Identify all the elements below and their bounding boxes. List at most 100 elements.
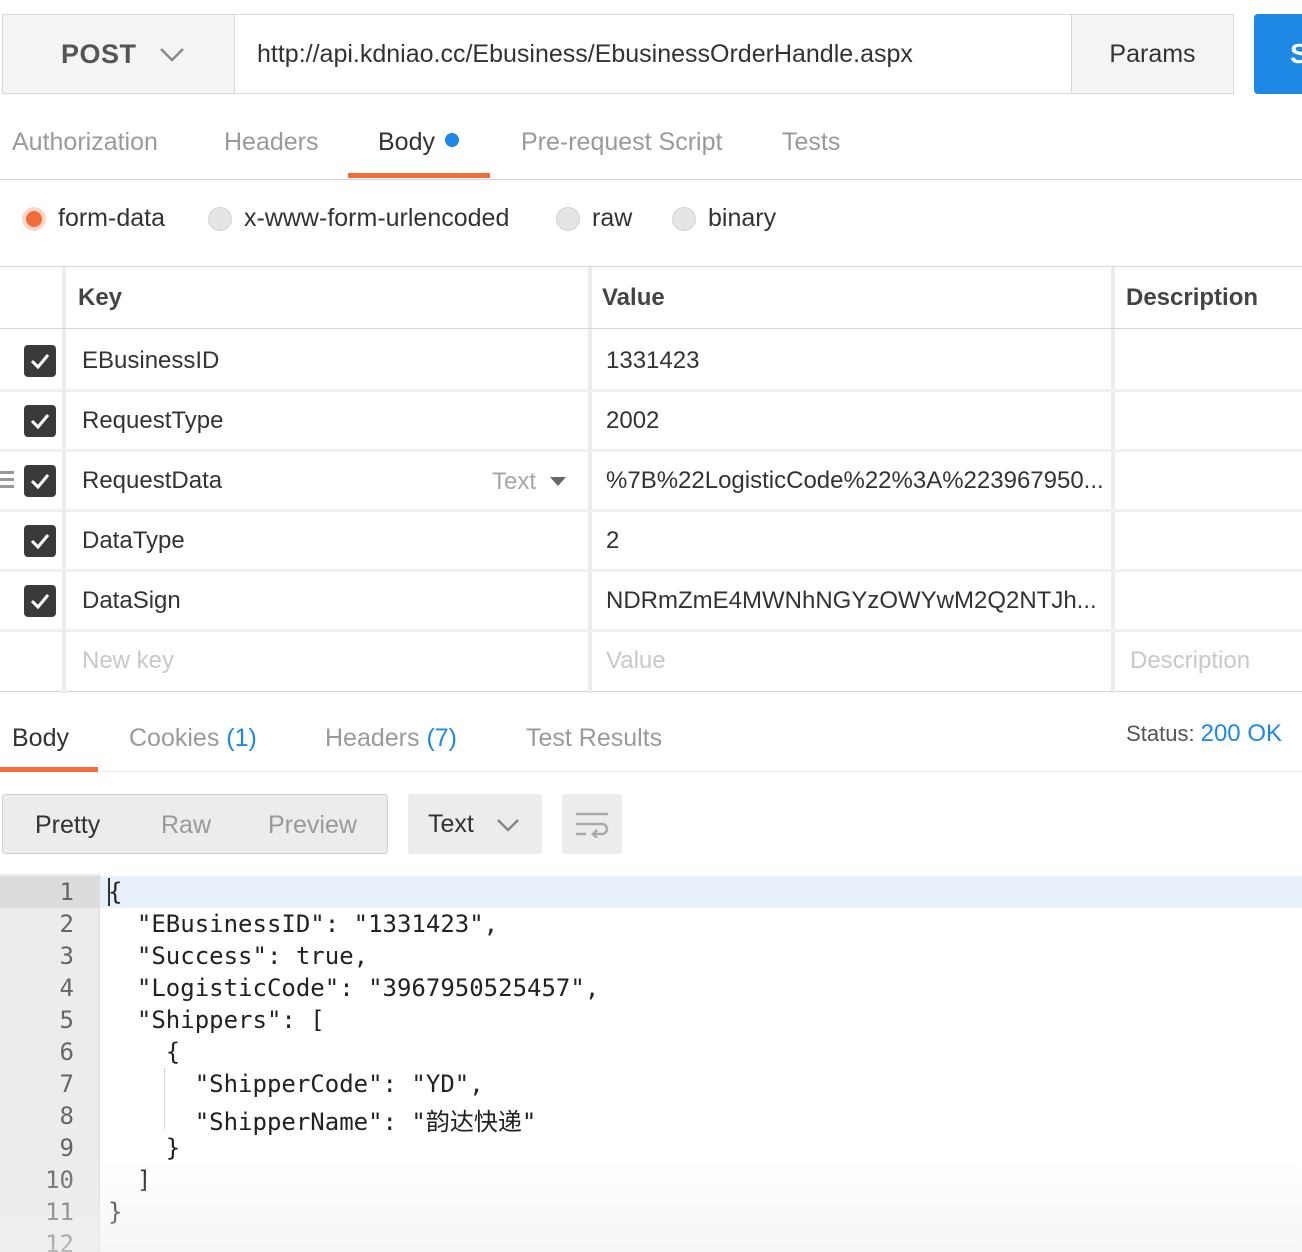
line-number: 9 [59,1134,74,1162]
send-button[interactable]: Send [1254,14,1302,94]
row-value[interactable]: NDRmZmE4MWNhNGYzOWYwM2Q2NTJh... [606,571,1106,631]
radio-label: form-data [58,204,165,232]
active-tab-indicator [348,173,490,178]
tab-pre-request-script[interactable]: Pre-request Script [521,128,722,157]
format-label: Text [428,809,474,838]
row-checkbox[interactable] [24,465,56,497]
radio-label: raw [592,204,633,232]
line-number: 10 [45,1166,74,1194]
tab-label: Cookies [129,724,220,752]
code-line: "EBusinessID": "1331423", [108,910,499,938]
row-key[interactable]: DataSign [82,571,181,631]
status-label: Status: [1126,721,1195,746]
active-line-highlight [100,876,1302,908]
wrap-lines-button[interactable] [562,794,622,854]
row-checkbox[interactable] [24,585,56,617]
row-checkbox[interactable] [24,345,56,377]
radio-x-www-form-urlencoded[interactable]: x-www-form-urlencoded [208,204,509,233]
row-value[interactable]: 2002 [606,391,659,451]
row-key[interactable]: DataType [82,511,185,571]
line-number: 4 [59,974,74,1002]
indent-guide [164,1068,165,1130]
radio-label: binary [708,204,777,232]
view-pretty-button[interactable]: Pretty [35,811,100,840]
url-input[interactable]: http://api.kdniao.cc/Ebusiness/Ebusiness… [235,15,1071,93]
code-line: "LogisticCode": "3967950525457", [108,974,600,1002]
new-value-input[interactable]: Value [606,631,666,691]
tab-headers[interactable]: Headers [224,128,319,157]
check-icon [30,354,50,370]
radio-selected-icon [22,206,46,231]
row-value[interactable]: %7B%22LogisticCode%22%3A%223967950... [606,451,1106,511]
new-description-input[interactable]: Description [1130,631,1250,691]
line-number: 1 [59,878,74,906]
active-tab-indicator [0,767,98,772]
chevron-down-icon [496,810,520,839]
table-row: EBusinessID 1331423 [0,331,1302,391]
table-header: Key Value Description [0,267,1302,329]
table-row: RequestType 2002 [0,391,1302,451]
line-number: 8 [59,1102,74,1130]
check-icon [30,594,50,610]
code-line: { [108,878,123,906]
caret-down-icon [550,477,567,486]
row-value[interactable]: 2 [606,511,619,571]
code-line: } [108,1134,181,1162]
radio-form-data[interactable]: form-data [22,204,165,233]
tab-response-body[interactable]: Body [12,724,69,753]
table-row-new: New key Value Description [0,631,1302,691]
response-status: Status: 200 OK [1126,720,1282,748]
value-type-label: Text [492,468,537,495]
row-key[interactable]: RequestType [82,391,223,451]
tab-body-label: Body [378,128,435,156]
new-key-input[interactable]: New key [82,631,174,691]
tab-response-headers[interactable]: Headers (7) [325,724,457,753]
radio-unselected-icon [208,206,232,231]
tab-test-results[interactable]: Test Results [526,724,662,753]
tab-tests[interactable]: Tests [782,128,840,157]
row-checkbox[interactable] [24,525,56,557]
method-selector[interactable]: POST [3,15,235,93]
method-label: POST [61,38,137,69]
code-line: "Success": true, [108,942,369,970]
code-line: ] [108,1166,152,1194]
tab-body[interactable]: Body [378,128,459,157]
tab-authorization[interactable]: Authorization [12,128,158,157]
check-icon [30,474,50,490]
header-key: Key [78,283,123,311]
line-number: 5 [59,1006,74,1034]
radio-unselected-icon [672,206,696,231]
radio-label: x-www-form-urlencoded [244,204,510,232]
tab-cookies[interactable]: Cookies (1) [129,724,257,753]
header-value: Value [602,283,665,311]
chevron-down-icon [159,39,185,70]
request-tabs: Authorization Headers Body Pre-request S… [0,110,1302,180]
header-description: Description [1126,283,1259,311]
line-number: 7 [59,1070,74,1098]
response-code-viewer[interactable]: 1 2 3 4 5 6 7 8 9 10 11 12 { "EBusinessI… [0,874,1302,1252]
radio-raw[interactable]: raw [556,204,632,233]
text-cursor [108,878,110,906]
code-line: } [108,1198,123,1226]
row-checkbox[interactable] [24,405,56,437]
line-number: 2 [59,910,74,938]
status-value: 200 OK [1200,720,1282,747]
value-type-dropdown[interactable]: Text [492,468,567,496]
params-button[interactable]: Params [1071,15,1233,93]
row-key[interactable]: RequestData [82,451,222,511]
row-value[interactable]: 1331423 [606,331,699,391]
tab-count: (7) [426,724,458,752]
line-number: 3 [59,942,74,970]
radio-binary[interactable]: binary [672,204,776,233]
table-row: DataSign NDRmZmE4MWNhNGYzOWYwM2Q2NTJh... [0,571,1302,631]
wrap-lines-icon [576,812,609,838]
modified-dot-icon [444,133,459,147]
request-url-bar: POST http://api.kdniao.cc/Ebusiness/Ebus… [2,14,1234,94]
view-preview-button[interactable]: Preview [268,811,357,840]
view-raw-button[interactable]: Raw [161,811,211,840]
row-key[interactable]: EBusinessID [82,331,219,391]
drag-handle-icon[interactable] [0,471,14,488]
format-dropdown[interactable]: Text [408,794,542,854]
view-mode-group: Pretty Raw Preview [2,794,388,854]
table-row: RequestData Text %7B%22LogisticCode%22%3… [0,451,1302,511]
